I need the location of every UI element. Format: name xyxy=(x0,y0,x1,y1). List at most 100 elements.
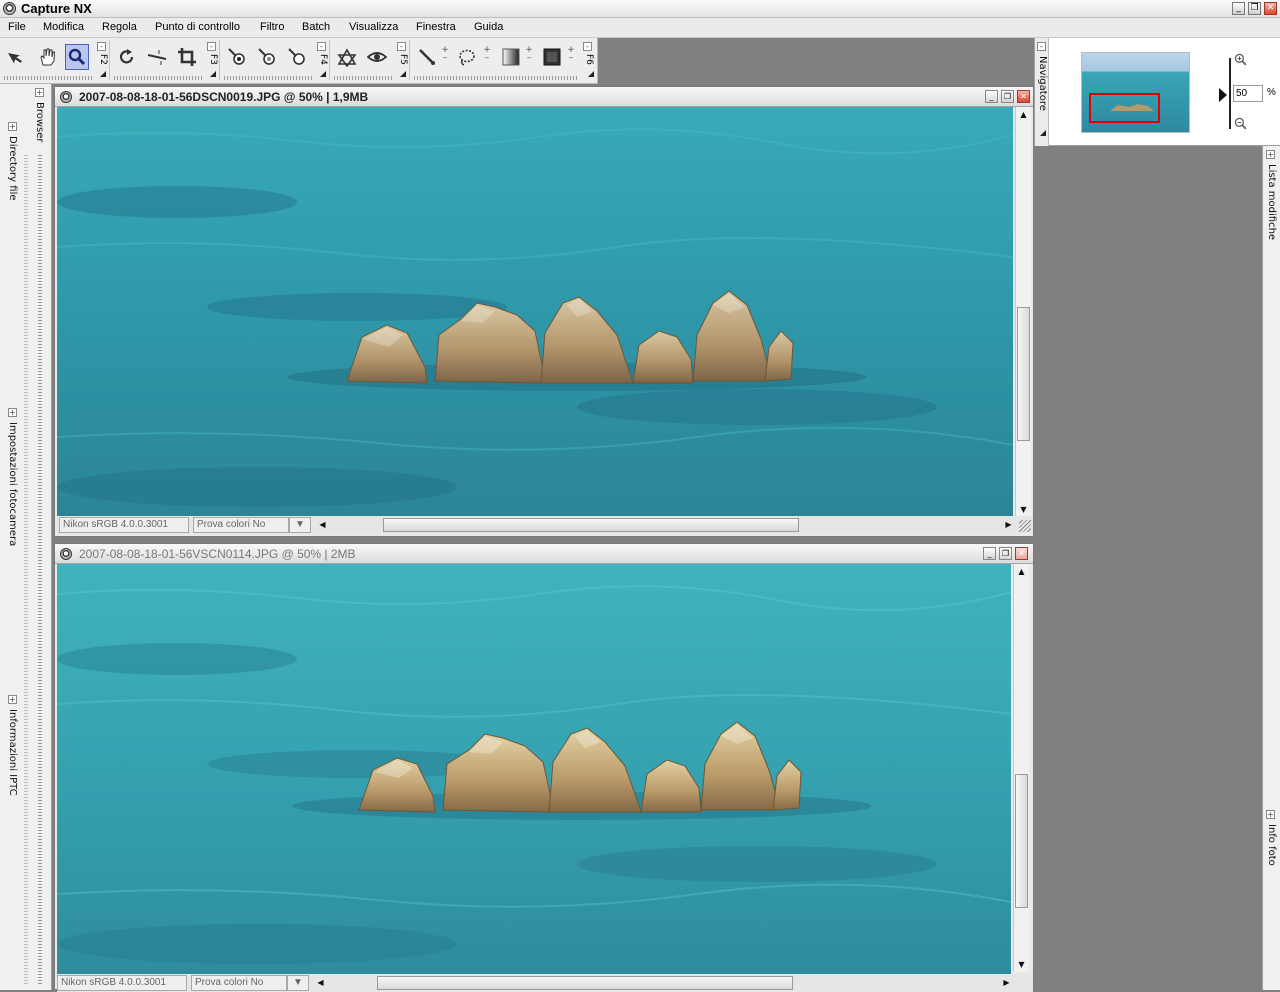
tab-directory-file[interactable]: Directory file xyxy=(4,136,20,201)
image-window-title-bar[interactable]: 2007-08-08-18-01-56DSCN0019.JPG @ 50% | … xyxy=(55,87,1033,107)
toolbar-dropdown-icon[interactable] xyxy=(588,71,594,77)
tab-impostazioni-fotocamera[interactable]: Impostazioni fotocamera xyxy=(4,422,20,546)
toolbar-dropdown-icon[interactable] xyxy=(400,71,406,77)
menu-file[interactable]: File xyxy=(8,18,26,37)
navigator-collapse-button[interactable]: - xyxy=(1037,42,1046,51)
expand-toolbar-button[interactable]: - xyxy=(397,42,406,51)
edit-list-expand-button[interactable]: + xyxy=(1266,150,1275,159)
tab-informazioni-iptc[interactable]: Informazioni IPTC xyxy=(4,709,20,796)
menu-punto-di-controllo[interactable]: Punto di controllo xyxy=(155,18,240,37)
red-eye-icon[interactable] xyxy=(335,44,359,70)
brush-icon[interactable] xyxy=(415,44,439,70)
browser-expand-button[interactable]: + xyxy=(35,88,44,97)
gradient-icon[interactable] xyxy=(499,44,523,70)
menu-filtro[interactable]: Filtro xyxy=(260,18,284,37)
image-canvas[interactable] xyxy=(57,107,1013,516)
vertical-scrollbar[interactable]: ▲ ▼ xyxy=(1015,107,1031,517)
zoom-in-icon[interactable] xyxy=(1231,50,1251,70)
brush-plus-minus[interactable]: + – xyxy=(440,46,450,70)
zoom-icon[interactable] xyxy=(65,44,89,70)
image-window-title-bar[interactable]: 2007-08-08-18-01-56VSCN0114.JPG @ 50% | … xyxy=(55,544,1033,564)
camera-settings-expand-button[interactable]: + xyxy=(8,408,17,417)
lasso-plus-minus[interactable]: + – xyxy=(482,46,492,70)
expand-toolbar-button[interactable]: - xyxy=(317,42,326,51)
black-point-icon[interactable] xyxy=(225,44,249,70)
eye-icon[interactable] xyxy=(365,44,389,70)
zoom-slider-handle[interactable] xyxy=(1218,88,1228,102)
window-minimize-button[interactable]: _ xyxy=(985,90,998,103)
hand-icon[interactable] xyxy=(35,44,59,70)
window-close-button[interactable]: ✕ xyxy=(1015,547,1028,560)
photo-info-expand-button[interactable]: + xyxy=(1266,810,1275,819)
toolbar-grip[interactable] xyxy=(224,76,314,80)
expand-toolbar-button[interactable]: - xyxy=(207,42,216,51)
fill-icon[interactable] xyxy=(540,44,564,70)
navigator-dropdown-icon[interactable] xyxy=(1040,130,1046,136)
directory-expand-button[interactable]: + xyxy=(8,122,17,131)
toolbar-dropdown-icon[interactable] xyxy=(100,71,106,77)
scroll-left-arrow-icon[interactable]: ◀ xyxy=(315,517,330,532)
rotate-icon[interactable] xyxy=(115,44,139,70)
scroll-up-arrow-icon[interactable]: ▲ xyxy=(1014,564,1029,579)
toolbar-dropdown-icon[interactable] xyxy=(210,71,216,77)
toolbar-grip[interactable] xyxy=(414,76,578,80)
minimize-button[interactable]: _ xyxy=(1232,2,1245,15)
expand-toolbar-button[interactable]: - xyxy=(583,42,592,51)
menu-finestra[interactable]: Finestra xyxy=(416,18,456,37)
softproof-select[interactable]: Prova colori No xyxy=(193,517,289,533)
menu-modifica[interactable]: Modifica xyxy=(43,18,84,37)
window-restore-button[interactable]: ❐ xyxy=(999,547,1012,560)
vertical-scrollbar[interactable]: ▲ ▼ xyxy=(1013,564,1029,972)
navigator-tab[interactable]: - Navigatore xyxy=(1035,38,1049,146)
horizontal-scroll-thumb[interactable] xyxy=(377,976,793,990)
image-canvas[interactable] xyxy=(57,564,1011,974)
expand-toolbar-button[interactable]: - xyxy=(97,42,106,51)
window-resize-grip[interactable] xyxy=(1019,520,1031,532)
vertical-scroll-thumb[interactable] xyxy=(1015,774,1028,908)
window-restore-button[interactable]: ❐ xyxy=(1001,90,1014,103)
restore-button[interactable]: ❐ xyxy=(1248,2,1261,15)
crop-icon[interactable] xyxy=(175,44,199,70)
arrow-icon[interactable] xyxy=(5,44,29,70)
toolbar-dropdown-icon[interactable] xyxy=(320,71,326,77)
browser-dock-grip[interactable] xyxy=(38,154,42,984)
lasso-icon[interactable] xyxy=(455,44,479,70)
tab-navigatore[interactable]: Navigatore xyxy=(1034,56,1050,111)
softproof-dropdown-icon[interactable]: ▼ xyxy=(289,517,311,533)
toolbar-grip[interactable] xyxy=(114,76,204,80)
zoom-level-input[interactable]: 50 xyxy=(1233,85,1263,102)
neutral-point-icon[interactable] xyxy=(255,44,279,70)
menu-batch[interactable]: Batch xyxy=(302,18,330,37)
menu-guida[interactable]: Guida xyxy=(474,18,503,37)
white-point-icon[interactable] xyxy=(285,44,309,70)
softproof-dropdown-icon[interactable]: ▼ xyxy=(287,975,309,991)
scroll-up-arrow-icon[interactable]: ▲ xyxy=(1016,107,1031,122)
toolbar-grip[interactable] xyxy=(334,76,394,80)
straighten-icon[interactable] xyxy=(145,44,169,70)
window-minimize-button[interactable]: _ xyxy=(983,547,996,560)
tab-browser[interactable]: Browser xyxy=(31,102,47,143)
scroll-right-arrow-icon[interactable]: ▶ xyxy=(999,975,1014,990)
gradient-plus-minus[interactable]: + – xyxy=(524,46,534,70)
scroll-down-arrow-icon[interactable]: ▼ xyxy=(1014,957,1029,972)
menu-regola[interactable]: Regola xyxy=(102,18,137,37)
scroll-left-arrow-icon[interactable]: ◀ xyxy=(313,975,328,990)
fill-plus-minus[interactable]: + – xyxy=(566,46,576,70)
image-window-2[interactable]: 2007-08-08-18-01-56VSCN0114.JPG @ 50% | … xyxy=(54,543,1034,992)
left-dock-grip[interactable] xyxy=(24,154,28,984)
horizontal-scroll-thumb[interactable] xyxy=(383,518,799,532)
softproof-select[interactable]: Prova colori No xyxy=(191,975,287,991)
navigator-thumbnail[interactable] xyxy=(1081,52,1190,133)
scroll-down-arrow-icon[interactable]: ▼ xyxy=(1016,502,1031,517)
close-button[interactable]: ✕ xyxy=(1264,2,1277,15)
vertical-scroll-thumb[interactable] xyxy=(1017,307,1030,441)
menu-visualizza[interactable]: Visualizza xyxy=(349,18,398,37)
scroll-right-arrow-icon[interactable]: ▶ xyxy=(1001,517,1016,532)
iptc-expand-button[interactable]: + xyxy=(8,695,17,704)
image-window-1[interactable]: 2007-08-08-18-01-56DSCN0019.JPG @ 50% | … xyxy=(54,86,1034,537)
zoom-out-icon[interactable] xyxy=(1231,114,1251,134)
toolbar-grip[interactable] xyxy=(4,76,94,80)
tab-lista-modifiche[interactable]: Lista modifiche xyxy=(1263,164,1279,240)
tab-info-foto[interactable]: Info foto xyxy=(1263,824,1279,866)
window-close-button[interactable]: ✕ xyxy=(1017,90,1030,103)
